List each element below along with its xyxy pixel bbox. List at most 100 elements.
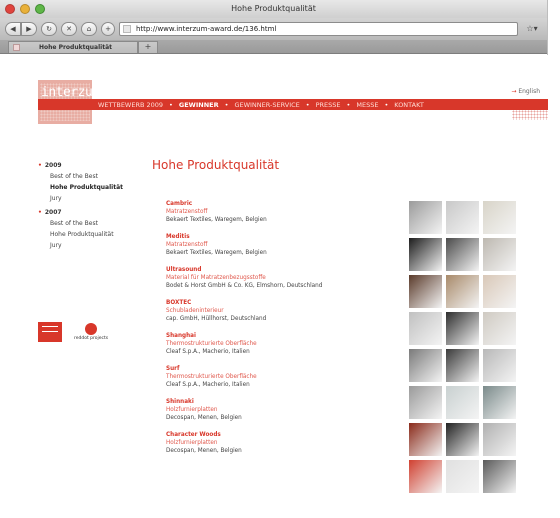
winner-entry: BOXTEC Schubladeninterieur cap. GmbH, Hüll… [166,299,406,323]
logo-line-1: interzum [41,85,100,100]
nav-item-gewinner[interactable]: GEWINNER [179,101,219,109]
winner-entry: Cambric Matratzenstoff Bekaert Textiles, W… [166,200,406,224]
product-thumbnail[interactable] [409,275,442,308]
language-link[interactable]: English [518,88,540,95]
entry-category: Holzfurnierplatten [166,407,218,413]
sidebar-year-2007[interactable]: • 2007 [38,207,128,218]
add-bookmark-button[interactable]: + [101,22,115,36]
sidebar-item[interactable]: Jury [38,193,128,204]
winner-entry: Meditis Matratzenstoff Bekaert Textiles, W… [166,233,406,257]
nav-item-wettbewerb-2009[interactable]: WETTBEWERB 2009 [98,101,163,109]
tab-current[interactable]: Hohe Produktqualität [8,41,138,53]
product-thumbnail[interactable] [483,201,516,234]
product-thumbnail[interactable] [483,349,516,382]
product-thumbnail[interactable] [483,386,516,419]
tab-bar: Hohe Produktqualität + [0,40,547,54]
entry-category: Schubladeninterieur [166,308,224,314]
browser-window: Hohe Produktqualität ◀ ▶ ↻ ✕ ⌂ + http://… [0,0,548,518]
sponsor-logos: reddot projects [38,322,108,342]
product-thumbnail[interactable] [446,201,479,234]
entry-category: Thermostrukturierte Oberfläche [166,374,257,380]
product-thumbnail[interactable] [409,386,442,419]
product-thumbnail[interactable] [446,423,479,456]
product-thumbnail[interactable] [409,238,442,271]
sidebar-year-label: 2009 [44,162,62,169]
close-window-button[interactable] [5,4,15,14]
back-button[interactable]: ◀ [5,22,21,36]
product-thumbnail[interactable] [483,312,516,345]
product-thumbnail[interactable] [446,460,479,493]
minimize-window-button[interactable] [20,4,30,14]
title-bar: Hohe Produktqualität [0,0,547,18]
entry-company: cap. GmbH, Hüllhorst, Deutschland [166,316,267,322]
product-thumbnail[interactable] [409,349,442,382]
product-thumbnail[interactable] [409,460,442,493]
entry-name[interactable]: Shanghai [166,332,406,340]
product-thumbnail[interactable] [446,349,479,382]
entry-category: Thermostrukturierte Oberfläche [166,341,257,347]
entry-company: Decospan, Menen, Belgien [166,448,242,454]
product-thumbnail[interactable] [409,423,442,456]
winner-list: Cambric Matratzenstoff Bekaert Textiles, W… [166,200,406,464]
window-title: Hohe Produktqualität [231,4,316,13]
nav-separator: • [346,100,351,109]
entry-name[interactable]: BOXTEC [166,299,406,307]
product-thumbnail[interactable] [409,201,442,234]
reddot-sponsor-logo[interactable]: reddot projects [74,323,108,341]
entry-company: Bekaert Textiles, Waregem, Belgien [166,217,267,223]
product-thumbnail[interactable] [446,386,479,419]
reload-button[interactable]: ↻ [41,22,57,36]
sidebar-item[interactable]: Jury [38,240,128,251]
nav-item-gewinner-service[interactable]: GEWINNER-SERVICE [234,101,299,109]
stop-button[interactable]: ✕ [61,22,77,36]
entry-category: Matratzenstoff [166,242,208,248]
product-thumbnail[interactable] [446,238,479,271]
nav-separator: • [169,100,173,109]
product-thumbnail[interactable] [446,275,479,308]
interzum-sponsor-logo[interactable] [38,322,62,342]
nav-item-kontakt[interactable]: KONTAKT [394,101,424,109]
entry-company: Bodet & Horst GmbH & Co. KG, Elmshorn, D… [166,283,323,289]
product-thumbnail[interactable] [409,312,442,345]
nav-separator: • [384,100,389,109]
sidebar-item[interactable]: Hohe Produktqualität [38,182,128,193]
forward-button[interactable]: ▶ [21,22,37,36]
product-thumbnail[interactable] [483,238,516,271]
winner-entry: Surf Thermostrukturierte Oberfläche Cleaf … [166,365,406,389]
entry-name[interactable]: Character Woods [166,431,406,439]
entry-category: Matratzenstoff [166,209,208,215]
sidebar-item[interactable]: Best of the Best [38,171,128,182]
history-buttons: ◀ ▶ [5,22,37,36]
sidebar-year-2009[interactable]: • 2009 [38,160,128,171]
sidebar-item[interactable]: Best of the Best [38,218,128,229]
site-favicon-icon [123,25,131,33]
new-tab-button[interactable]: + [138,41,158,53]
entry-company: Decospan, Menen, Belgien [166,415,242,421]
nav-item-messe[interactable]: MESSE [356,101,378,109]
sidebar-group: • 2009 Best of the Best Hohe Produktqualitä… [38,160,128,204]
search-dropdown-icon[interactable]: ☆▾ [522,22,542,36]
winner-entry: Shinnaki Holzfurnierplatten Decospan, Mene… [166,398,406,422]
product-thumbnail[interactable] [483,423,516,456]
home-button[interactable]: ⌂ [81,22,97,36]
nav-item-presse[interactable]: PRESSE [316,101,341,109]
zoom-window-button[interactable] [35,4,45,14]
sidebar-item[interactable]: Hohe Produktqualität [38,229,128,240]
entry-company: Cleaf S.p.A., Macherio, Italien [166,349,250,355]
address-bar[interactable]: http://www.interzum-award.de/136.html [119,22,518,36]
language-switch[interactable]: → English [511,88,540,95]
entry-name[interactable]: Cambric [166,200,406,208]
product-thumbnail[interactable] [483,275,516,308]
page-title: Hohe Produktqualität [152,158,280,172]
nav-separator: • [305,100,310,109]
tab-close-icon[interactable] [13,44,20,51]
sidebar-navigation: • 2009 Best of the Best Hohe Produktqualitä… [38,160,128,254]
product-thumbnail[interactable] [446,312,479,345]
product-thumbnail[interactable] [483,460,516,493]
entry-name[interactable]: Shinnaki [166,398,406,406]
entry-name[interactable]: Surf [166,365,406,373]
wave-icon [42,326,58,332]
entry-name[interactable]: Meditis [166,233,406,241]
entry-name[interactable]: Ultrasound [166,266,406,274]
web-page: interzum award → English WETTBEWERB 2009… [0,55,548,518]
